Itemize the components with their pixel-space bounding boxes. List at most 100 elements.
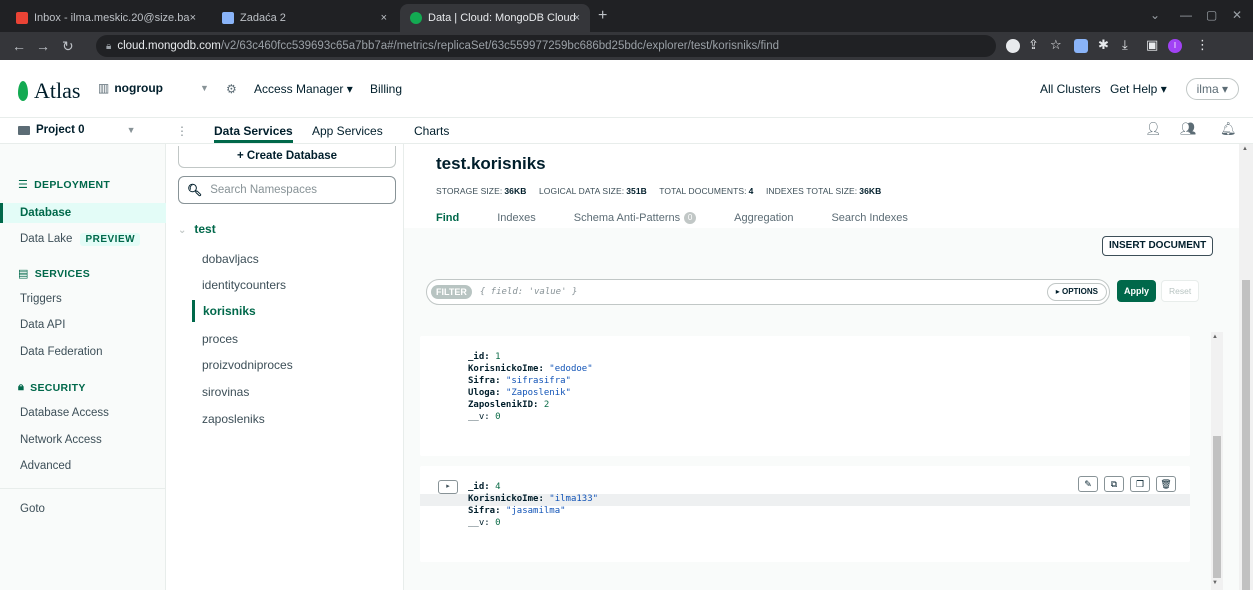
stat-value: 36KB <box>859 186 882 196</box>
namespace-search-input[interactable]: 🔍︎ Search Namespaces <box>178 176 396 204</box>
url-bar[interactable]: 🔒︎ cloud.mongodb.com/v2/63c460fcc539693c… <box>96 35 996 57</box>
scroll-up-icon[interactable]: ▲ <box>1242 146 1248 152</box>
tab-app-services[interactable]: App Services <box>312 124 383 138</box>
collection-stats: STORAGE SIZE: 36KB LOGICAL DATA SIZE: 351B… <box>436 186 891 196</box>
collection-item-selected[interactable]: korisniks <box>192 300 256 322</box>
get-help-menu[interactable]: Get Help ▾ <box>1110 82 1167 96</box>
collection-item[interactable]: zaposleniks <box>202 412 265 426</box>
page-scrollbar[interactable]: ▲ <box>1239 144 1253 590</box>
reload-icon[interactable]: ↻ <box>62 37 74 55</box>
collection-tabs: Find Indexes Schema Anti-Patterns 0 Aggr… <box>436 210 946 226</box>
access-manager-menu[interactable]: Access Manager ▾ <box>254 82 353 96</box>
document-card[interactable]: ▸ _id: 4 KorisnickoIme: "ilma133" Sifra:… <box>420 466 1190 562</box>
new-tab-button[interactable]: + <box>598 8 607 24</box>
field-value: "edodoe" <box>549 364 593 374</box>
tab-charts[interactable]: Charts <box>414 124 449 138</box>
bookmark-star-icon[interactable]: ☆ <box>1050 37 1062 53</box>
doc-field: _id: 4 <box>468 482 501 492</box>
collection-item[interactable]: identitycounters <box>202 278 286 292</box>
expand-document-button[interactable]: ▸ <box>438 480 458 494</box>
create-database-button[interactable]: + Create Database <box>178 146 396 168</box>
org-selector[interactable]: ▥ nogroup ▼ <box>98 81 209 95</box>
sidebar-item-data-api[interactable]: Data API <box>0 315 166 335</box>
profile-avatar[interactable]: I <box>1168 39 1182 53</box>
edit-pencil-icon[interactable]: ✎ <box>1078 476 1098 492</box>
collection-item[interactable]: proces <box>202 332 238 346</box>
notifications-bell-icon[interactable]: 🔔︎ <box>1220 121 1237 137</box>
settings-gear-icon[interactable]: ⚙ <box>226 82 237 96</box>
project-selector[interactable]: Project 0 ▼ <box>18 124 136 136</box>
close-icon[interactable]: × <box>381 12 387 24</box>
project-menu-dots-icon[interactable]: ⋮ <box>176 124 188 138</box>
field-key: Sifra: <box>468 506 501 516</box>
collection-item[interactable]: dobavljacs <box>202 252 259 266</box>
close-icon[interactable]: × <box>190 12 196 24</box>
filter-input[interactable]: FILTER { field: 'value' } ▸ OPTIONS <box>426 279 1110 305</box>
sidebar-item-goto[interactable]: Goto <box>0 499 166 519</box>
sidebar-item-advanced[interactable]: Advanced <box>0 456 166 476</box>
sidebar-item-data-lake[interactable]: Data Lake PREVIEW <box>0 229 166 249</box>
search-icon: 🔍︎ <box>187 183 203 197</box>
google-icon[interactable] <box>1006 39 1020 53</box>
browser-tab-zadaca[interactable]: Zadaća 2 × <box>212 4 397 32</box>
options-button[interactable]: ▸ OPTIONS <box>1046 283 1107 301</box>
tab-schema-anti-patterns[interactable]: Schema Anti-Patterns 0 <box>574 210 697 226</box>
delete-trash-icon[interactable]: 🗑︎ <box>1156 476 1176 492</box>
collection-item[interactable]: proizvodniproces <box>202 358 293 372</box>
invite-user-icon[interactable]: 👤︎ <box>1145 121 1162 137</box>
clone-icon[interactable]: ❐ <box>1130 476 1150 492</box>
stat-value: 4 <box>748 186 754 196</box>
scroll-thumb[interactable] <box>1213 436 1221 578</box>
project-access-icon[interactable]: 👥︎ <box>1180 121 1197 137</box>
minimize-icon[interactable]: — <box>1180 8 1192 22</box>
org-icon: ▥ <box>98 81 110 95</box>
database-label: test <box>194 222 216 236</box>
sidebar-item-network-access[interactable]: Network Access <box>0 430 166 450</box>
tab-label: Inbox - ilma.meskic.20@size.ba <box>34 12 190 24</box>
mongodb-leaf-icon <box>18 81 28 101</box>
all-clusters-link[interactable]: All Clusters <box>1040 82 1101 96</box>
back-icon[interactable]: ← <box>12 37 26 55</box>
forward-icon[interactable]: → <box>36 37 50 55</box>
sidebar-item-database[interactable]: Database <box>0 203 166 223</box>
close-icon[interactable]: × <box>574 12 580 24</box>
doc-field: __v: 0 <box>468 412 501 422</box>
tab-data-services[interactable]: Data Services <box>214 124 293 143</box>
document-card[interactable]: _id: 1 KorisnickoIme: "edodoe" Sifra: "s… <box>420 336 1190 456</box>
extension-icon[interactable] <box>1074 39 1088 53</box>
maximize-icon[interactable]: ▢ <box>1206 8 1217 22</box>
sidebar-item-data-federation[interactable]: Data Federation <box>0 342 166 362</box>
filter-badge: FILTER <box>431 285 472 299</box>
scroll-up-icon[interactable]: ▲ <box>1212 334 1218 340</box>
doc-field: Uloga: "Zaposlenik" <box>468 388 571 398</box>
puzzle-icon[interactable]: ✱ <box>1098 37 1109 53</box>
collection-item[interactable]: sirovinas <box>202 385 249 399</box>
scroll-thumb[interactable] <box>1242 280 1250 590</box>
billing-link[interactable]: Billing <box>370 82 402 96</box>
window-close-icon[interactable]: ✕ <box>1232 8 1242 22</box>
sidepanel-icon[interactable]: ▣ <box>1146 37 1158 53</box>
reset-button[interactable]: Reset <box>1161 280 1200 302</box>
menu-dots-icon[interactable]: ⋮ <box>1196 37 1209 53</box>
scroll-down-icon[interactable]: ▼ <box>1212 580 1218 586</box>
sidebar-item-triggers[interactable]: Triggers <box>0 289 166 309</box>
apply-button[interactable]: Apply <box>1117 280 1157 302</box>
sidebar-item-database-access[interactable]: Database Access <box>0 403 166 423</box>
field-key: Uloga: <box>468 388 501 398</box>
browser-tab-gmail[interactable]: Inbox - ilma.meskic.20@size.ba × <box>6 4 206 32</box>
documents-scrollbar[interactable]: ▲ ▼ <box>1211 332 1223 590</box>
browser-tab-mongodb[interactable]: Data | Cloud: MongoDB Cloud × <box>400 4 590 32</box>
count-badge: 0 <box>684 212 697 224</box>
tab-search-icon[interactable]: ⌄ <box>1150 8 1160 22</box>
insert-document-button[interactable]: INSERT DOCUMENT <box>1102 236 1214 256</box>
download-icon[interactable]: ⤓ <box>1122 37 1128 53</box>
tab-search-indexes[interactable]: Search Indexes <box>831 210 907 226</box>
tab-aggregation[interactable]: Aggregation <box>734 210 793 226</box>
tab-find[interactable]: Find <box>436 210 459 226</box>
atlas-logo[interactable]: Atlas <box>18 78 80 104</box>
share-icon[interactable]: ⇪ <box>1028 37 1039 53</box>
copy-icon[interactable]: ⧉ <box>1104 476 1124 492</box>
tab-indexes[interactable]: Indexes <box>497 210 536 226</box>
database-item-test[interactable]: ⌄ test <box>178 222 216 236</box>
user-menu[interactable]: ilma ▾ <box>1185 78 1239 100</box>
